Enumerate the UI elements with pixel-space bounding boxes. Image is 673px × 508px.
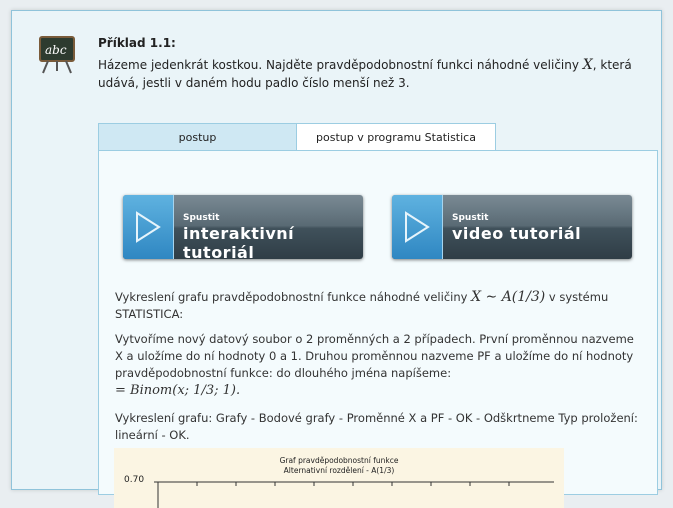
button-caption: Spustit — [452, 213, 489, 223]
play-icon — [123, 195, 174, 259]
interactive-tutorial-button[interactable]: Spustit interaktivní tutoriál — [123, 195, 363, 259]
tab-postup[interactable]: postup — [98, 123, 297, 151]
example-panel: abc Příklad 1.1: Házeme jedenkrát kostko… — [11, 10, 662, 508]
example-title: Příklad 1.1: — [98, 36, 176, 50]
tab-bar: postup postup v programu Statistica — [98, 123, 656, 151]
button-caption: Spustit — [183, 213, 220, 223]
paragraph-data-setup: Vytvoříme nový datový soubor o 2 proměnn… — [115, 332, 634, 398]
chart-preview: Graf pravděpodobnostní funkce Alternativ… — [114, 448, 564, 508]
button-label: video tutoriál — [452, 224, 582, 243]
video-tutorial-button[interactable]: Spustit video tutoriál — [392, 195, 632, 259]
binom-formula: = Binom(x; 1/3; 1). — [115, 383, 241, 398]
paragraph-plot-intro: Vykreslení grafu pravděpodobnostní funkc… — [115, 289, 609, 321]
example-text: Házeme jedenkrát kostkou. Najděte pravdě… — [98, 57, 632, 90]
variable-x: X — [582, 57, 593, 73]
tab-content: Spustit interaktivní tutoriál Spustit vi… — [98, 150, 658, 508]
blackboard-icon: abc — [38, 35, 76, 75]
svg-text:abc: abc — [45, 43, 67, 57]
paragraph-plot-steps: Vykreslení grafu: Grafy - Bodové grafy -… — [115, 411, 638, 442]
chart-frame — [154, 481, 554, 508]
play-icon — [392, 195, 443, 259]
button-label: interaktivní tutoriál — [183, 224, 295, 259]
tab-postup-statistica[interactable]: postup v programu Statistica — [297, 123, 496, 151]
distribution-formula: X ∼ A(1/3) — [471, 289, 546, 305]
